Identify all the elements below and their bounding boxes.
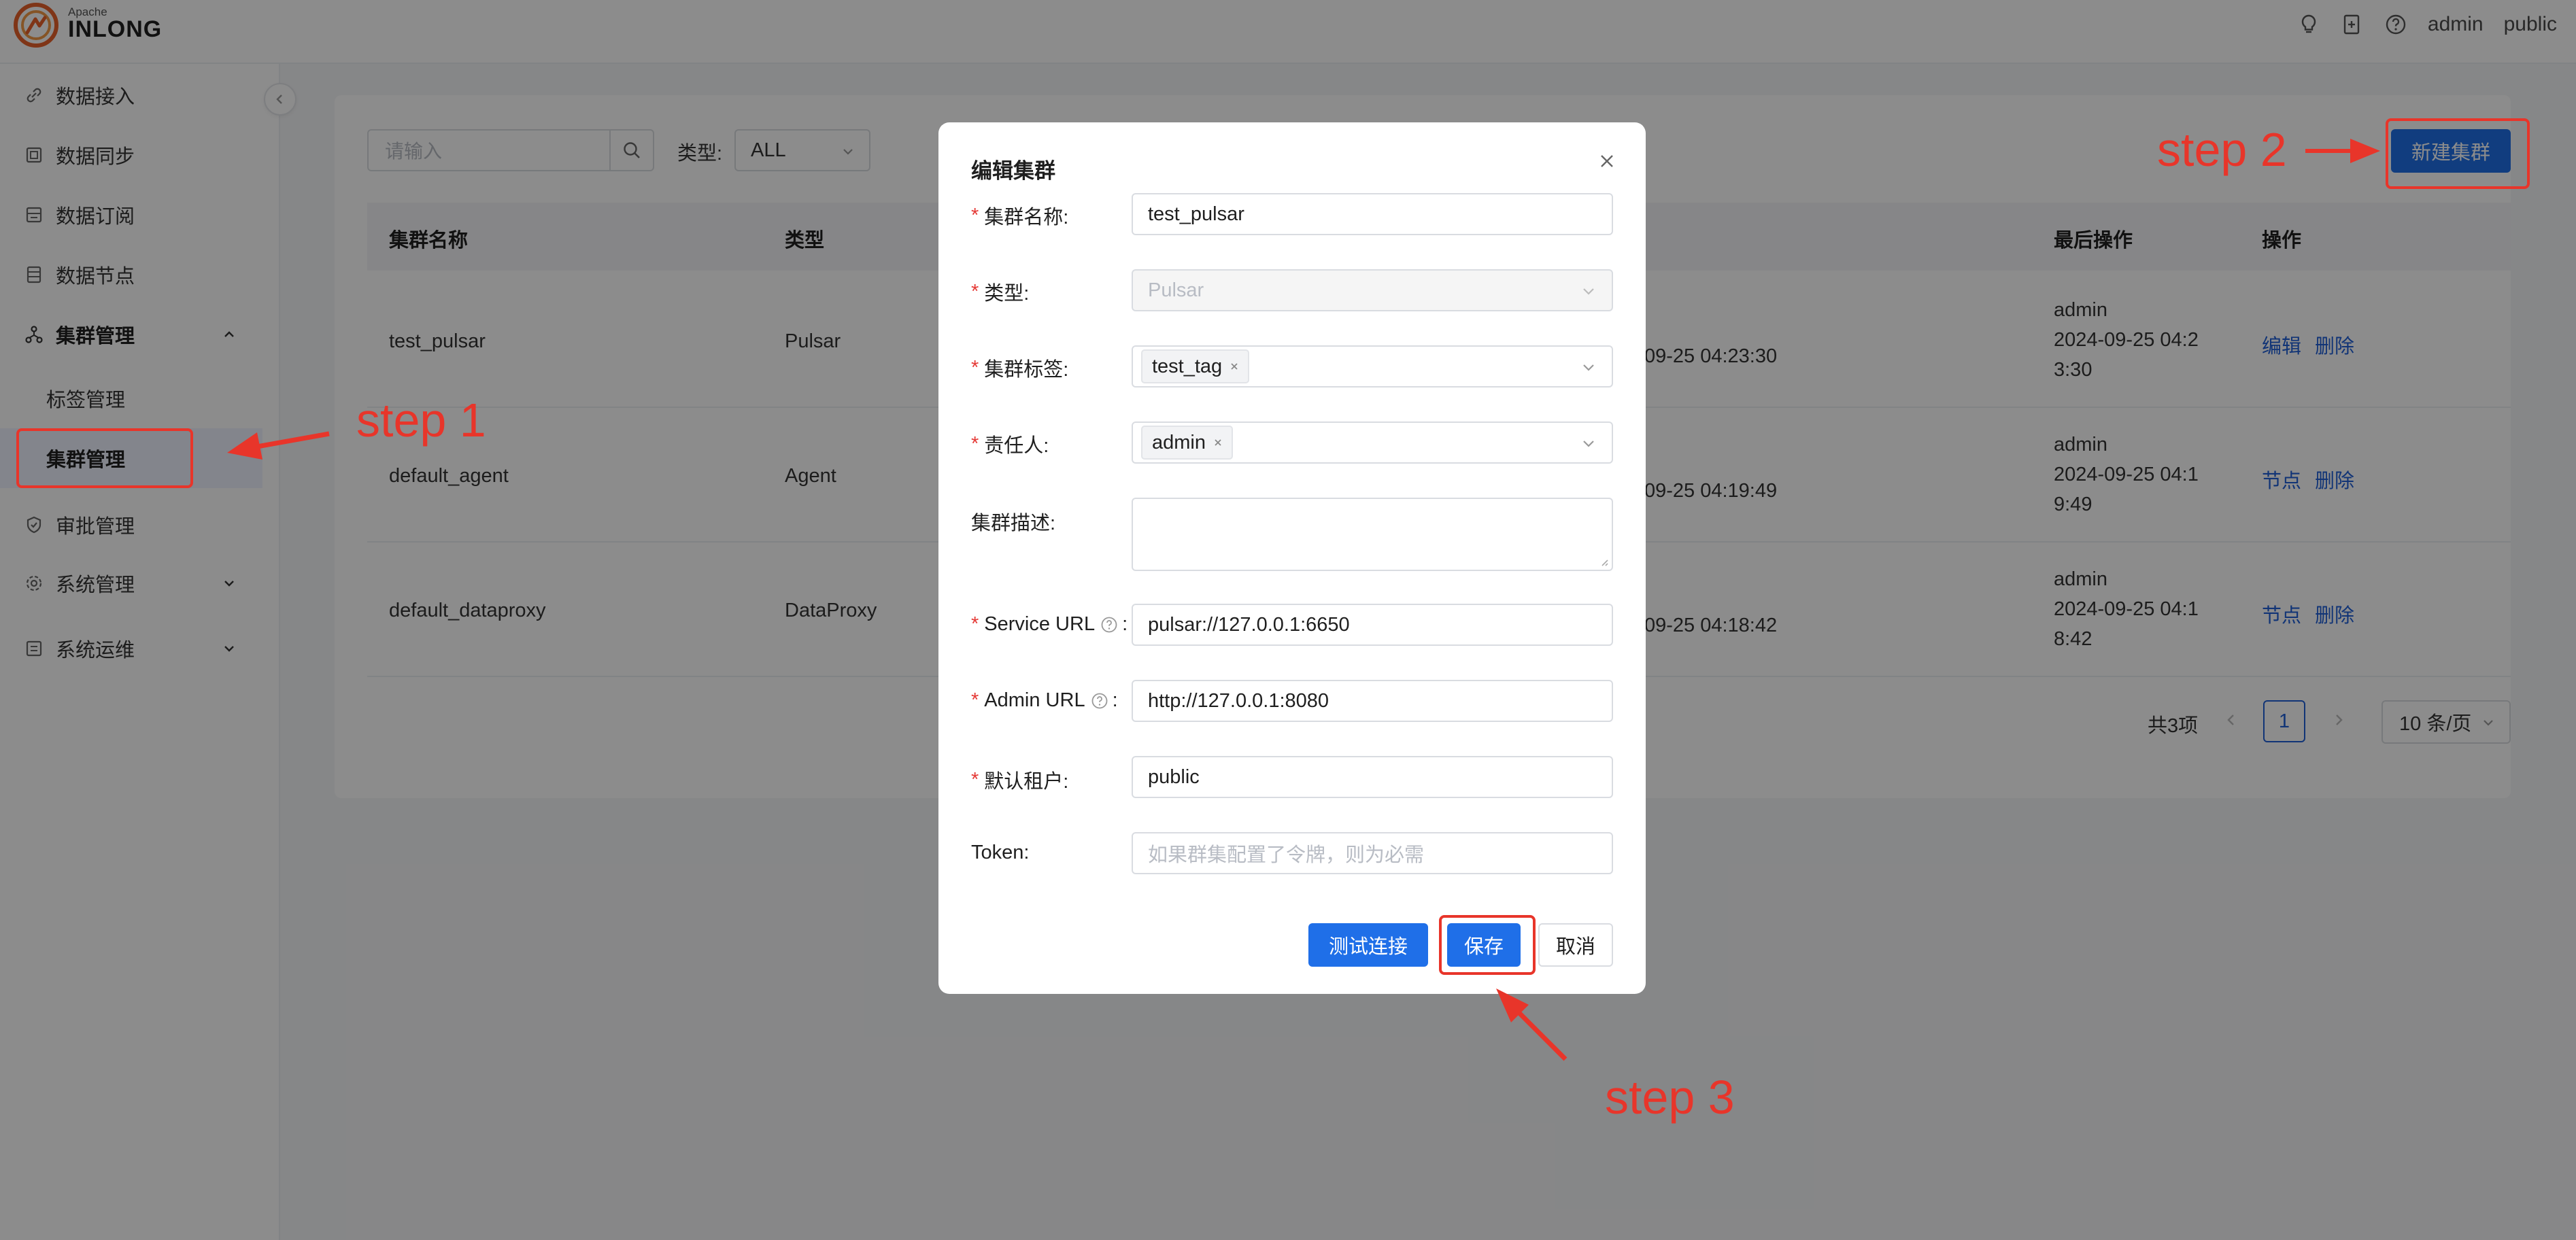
annotation-arrows [227, 139, 2380, 1061]
step2-arrow [2305, 139, 2380, 163]
step3-arrow [1496, 988, 1567, 1061]
step1-arrow [227, 431, 330, 460]
